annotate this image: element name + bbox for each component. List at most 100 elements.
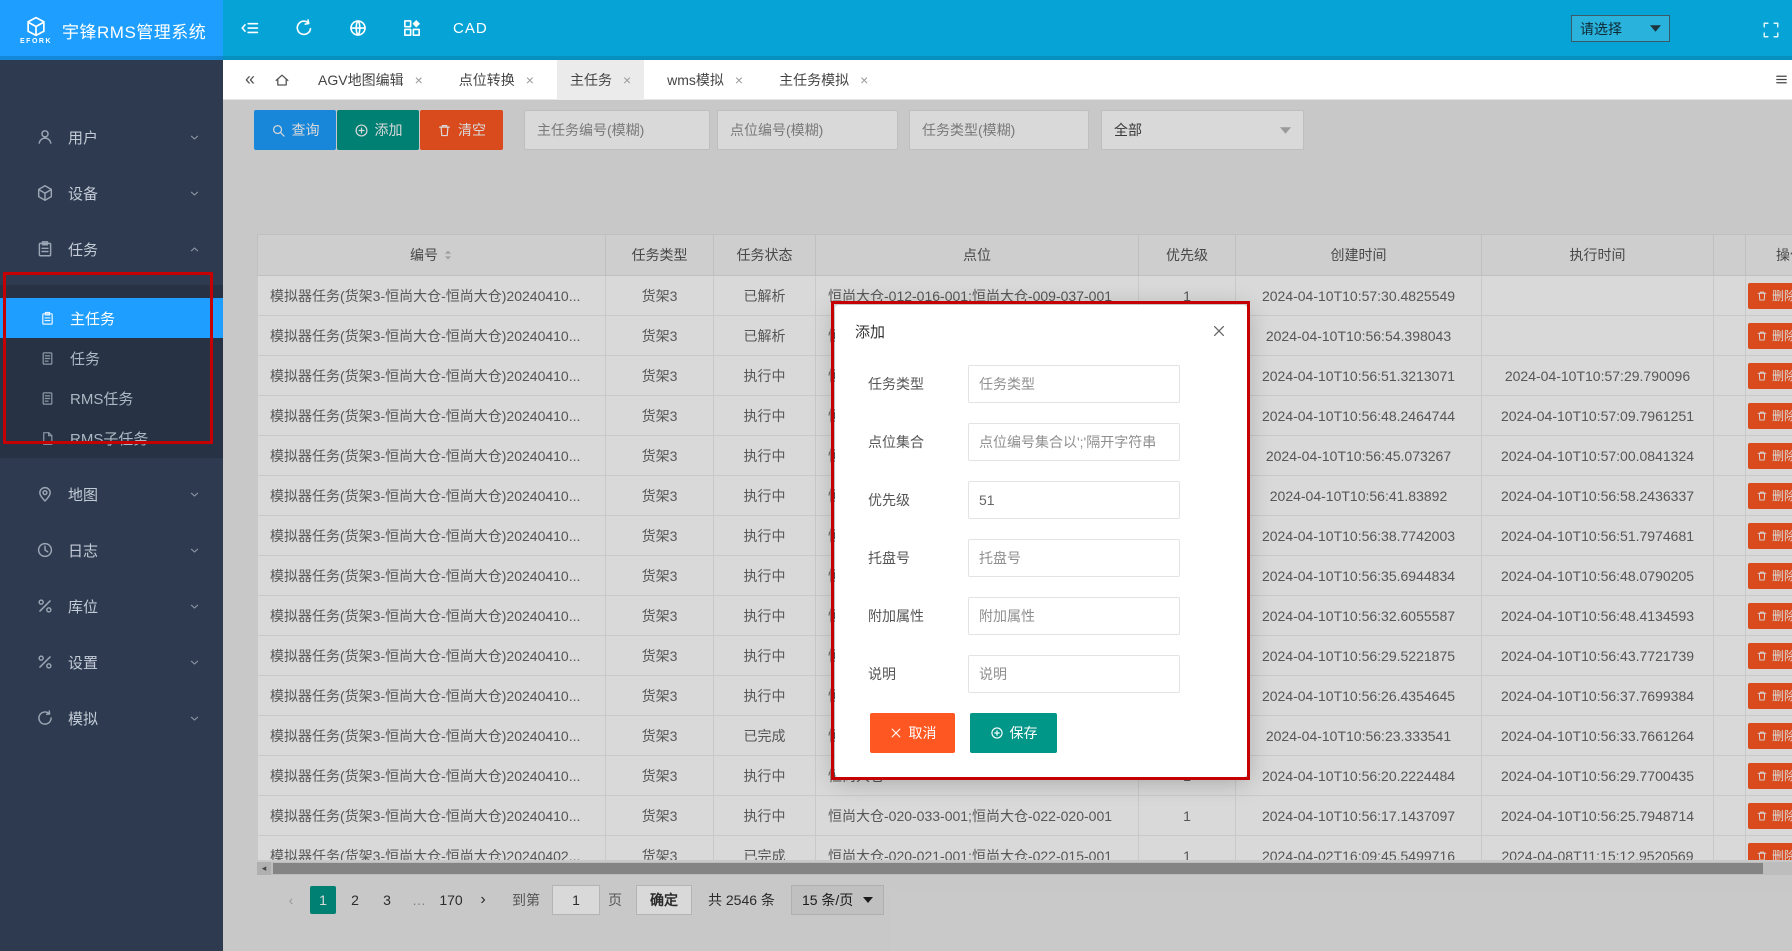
dialog-title: 添加 [855,321,885,342]
sidebar-item-模拟[interactable]: 模拟 [0,698,223,738]
tab-label: 主任务 [570,70,612,90]
sidebar-item-RMS子任务[interactable]: RMS子任务 [0,418,223,458]
sidebar-item-label: 用户 [68,127,98,148]
sidebar: 用户设备任务主任务任务RMS任务RMS子任务地图日志库位设置模拟 [0,60,223,951]
tab-close-icon[interactable]: × [623,73,631,87]
sidebar-item-用户[interactable]: 用户 [0,117,223,157]
home-icon [274,72,290,88]
sidebar-item-任务[interactable]: 任务 [0,229,223,269]
cad-link[interactable]: CAD [453,20,488,37]
sidebar-item-设置[interactable]: 设置 [0,642,223,682]
user-icon [36,128,54,146]
sidebar-item-日志[interactable]: 日志 [0,530,223,570]
tab-label: 主任务模拟 [779,70,849,90]
chevron-down-icon [188,544,201,557]
sidebar-item-RMS任务[interactable]: RMS任务 [0,378,223,418]
chevron-up-icon [188,243,201,256]
field-input-附加属性[interactable] [968,597,1180,635]
doc-icon [40,351,55,366]
topbar-icons: CAD [223,0,488,56]
sidebar-item-label: 模拟 [68,708,98,729]
field-label: 优先级 [868,490,968,510]
sidebar-item-label: 主任务 [70,308,115,329]
doc-icon [40,391,55,406]
tab-close-icon[interactable]: × [526,73,534,87]
file-icon [40,431,55,446]
field-label: 点位集合 [868,432,968,452]
sidebar-submenu: 主任务任务 RMS任务 RMS子任务 [0,285,223,458]
tab-AGV地图编辑[interactable]: AGV地图编辑 × [305,60,436,100]
sidebar-item-地图[interactable]: 地图 [0,474,223,514]
simulate-icon [36,709,54,727]
apps-icon[interactable] [385,0,439,56]
close-icon[interactable] [1211,323,1227,339]
modal-field-row: 优先级 [868,481,1247,519]
logo: EFORK 宇锋RMS管理系统 [0,0,223,60]
sidebar-item-label: 设置 [68,652,98,673]
sidebar-item-label: 库位 [68,596,98,617]
sidebar-item-label: 地图 [68,484,98,505]
field-label: 附加属性 [868,606,968,626]
caret-down-icon [1650,25,1661,32]
tab-wms模拟[interactable]: wms模拟 × [654,60,756,100]
refresh-icon[interactable] [277,0,331,56]
tab-点位转换[interactable]: 点位转换× [446,60,547,100]
settings-icon [36,653,54,671]
map-pin-icon [36,485,54,503]
field-input-托盘号[interactable] [968,539,1180,577]
sidebar-item-label: 设备 [68,183,98,204]
sidebar-item-label: RMS任务 [70,388,133,409]
clipboard-icon [40,311,55,326]
field-input-点位集合[interactable] [968,423,1180,461]
modal-field-row: 说明 [868,655,1247,693]
modal-field-row: 附加属性 [868,597,1247,635]
tab-close-icon[interactable]: × [415,73,423,87]
add-dialog: 添加 任务类型点位集合优先级托盘号附加属性说明 取消 保存 [835,305,1247,777]
collapse-menu-icon[interactable] [223,0,277,56]
sidebar-item-任务[interactable]: 任务 [0,338,223,378]
field-label: 说明 [868,664,968,684]
globe-icon[interactable] [331,0,385,56]
chevron-down-icon [188,600,201,613]
modal-field-row: 点位集合 [868,423,1247,461]
clock-icon [36,541,54,559]
sidebar-item-label: 日志 [68,540,98,561]
dialog-footer: 取消 保存 [835,713,1247,753]
tabbar: « AGV地图编辑×点位转换×主任务×wms模拟×主任务模拟× [223,60,1792,100]
tab-close-icon[interactable]: × [860,73,868,87]
field-input-优先级[interactable] [968,481,1180,519]
tabs-collapse-button[interactable]: « [237,69,263,90]
task-icon [36,240,54,258]
field-label: 任务类型 [868,374,968,394]
field-input-任务类型[interactable] [968,365,1180,403]
sidebar-item-库位[interactable]: 库位 [0,586,223,626]
tab-主任务模拟[interactable]: 主任务模拟 × [766,60,881,100]
tab-label: AGV地图编辑 [318,70,404,90]
tab-list: AGV地图编辑×点位转换×主任务×wms模拟×主任务模拟× [305,60,891,100]
save-button-label: 保存 [1010,723,1038,743]
app-title: 宇锋RMS管理系统 [62,18,206,43]
map-select-value: 请选择 [1580,19,1622,39]
tab-主任务[interactable]: 主任务 × [557,60,644,100]
slot-icon [36,597,54,615]
modal-field-row: 任务类型 [868,365,1247,403]
home-tab[interactable] [263,60,301,100]
save-button[interactable]: 保存 [970,713,1057,753]
sidebar-item-主任务[interactable]: 主任务 [0,298,223,338]
field-input-说明[interactable] [968,655,1180,693]
tab-label: wms模拟 [667,70,724,90]
cancel-button[interactable]: 取消 [870,713,955,753]
sidebar-item-设备[interactable]: 设备 [0,173,223,213]
fullscreen-icon[interactable] [1762,21,1780,39]
map-select[interactable]: 请选择 [1571,15,1670,42]
tab-close-icon[interactable]: × [735,73,743,87]
chevron-down-icon [188,712,201,725]
tab-options-button[interactable] [1770,60,1792,100]
dialog-body: 任务类型点位集合优先级托盘号附加属性说明 [835,357,1247,693]
chevron-down-icon [188,488,201,501]
sidebar-item-label: 任务 [68,239,98,260]
content-area: 查询 添加 清空 全部 编号任务类型任务状态点位优先级创建时间执行时间操作模拟器… [223,100,1792,951]
cancel-button-label: 取消 [909,723,937,743]
topbar: EFORK 宇锋RMS管理系统 CAD 请选择 [0,0,1792,60]
sidebar-menu: 用户设备任务主任务任务RMS任务RMS子任务地图日志库位设置模拟 [0,60,223,738]
